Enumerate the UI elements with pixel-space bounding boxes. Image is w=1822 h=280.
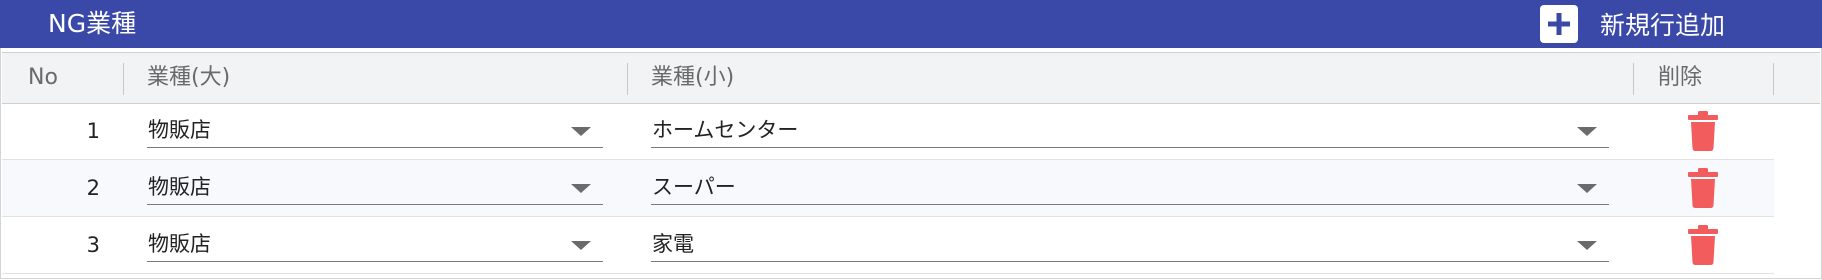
add-row-label: 新規行追加 (1600, 11, 1726, 40)
row-number: 2 (86, 176, 100, 200)
row-number: 3 (86, 233, 100, 257)
chevron-down-icon (571, 241, 591, 250)
trash-icon (1688, 111, 1718, 151)
delete-row-button[interactable] (1688, 225, 1718, 265)
panel-title: NG業種 (48, 9, 137, 38)
industry-large-select[interactable]: 物販店 (147, 227, 603, 262)
row-number: 1 (86, 119, 100, 143)
industry-large-value: 物販店 (148, 175, 211, 199)
industry-large-value: 物販店 (148, 232, 211, 256)
header-divider (627, 63, 628, 95)
chevron-down-icon (571, 127, 591, 136)
industry-small-value: 家電 (652, 232, 694, 256)
header-divider (123, 63, 124, 95)
trash-icon (1688, 168, 1718, 208)
chevron-down-icon (1577, 127, 1597, 136)
ng-industry-table: No 業種(大) 業種(小) 削除 1 物販店 ホームセンター 2 物販店 スー… (0, 48, 1822, 279)
header-no: No (28, 65, 58, 90)
chevron-down-icon (1577, 241, 1597, 250)
industry-small-select[interactable]: ホームセンター (651, 113, 1609, 148)
header-divider (1633, 63, 1634, 95)
industry-small-value: スーパー (652, 175, 736, 199)
chevron-down-icon (1577, 184, 1597, 193)
table-row: 3 物販店 家電 (2, 217, 1774, 274)
industry-small-select[interactable]: スーパー (651, 170, 1609, 205)
industry-small-value: ホームセンター (652, 118, 799, 142)
delete-row-button[interactable] (1688, 168, 1718, 208)
panel-header: NG業種 新規行追加 (0, 0, 1822, 48)
header-divider (1773, 63, 1774, 95)
industry-large-value: 物販店 (148, 118, 211, 142)
industry-large-select[interactable]: 物販店 (147, 170, 603, 205)
table-header: No 業種(大) 業種(小) 削除 (2, 52, 1820, 104)
industry-small-select[interactable]: 家電 (651, 227, 1609, 262)
industry-large-select[interactable]: 物販店 (147, 113, 603, 148)
add-row-button[interactable]: 新規行追加 (1540, 0, 1725, 48)
plus-icon (1540, 5, 1578, 43)
table-row: 1 物販店 ホームセンター (2, 103, 1774, 160)
header-industry-large: 業種(大) (147, 65, 231, 90)
table-row: 2 物販店 スーパー (2, 160, 1774, 217)
trash-icon (1688, 225, 1718, 265)
header-delete: 削除 (1658, 65, 1703, 90)
delete-row-button[interactable] (1688, 111, 1718, 151)
chevron-down-icon (571, 184, 591, 193)
header-industry-small: 業種(小) (651, 65, 735, 90)
